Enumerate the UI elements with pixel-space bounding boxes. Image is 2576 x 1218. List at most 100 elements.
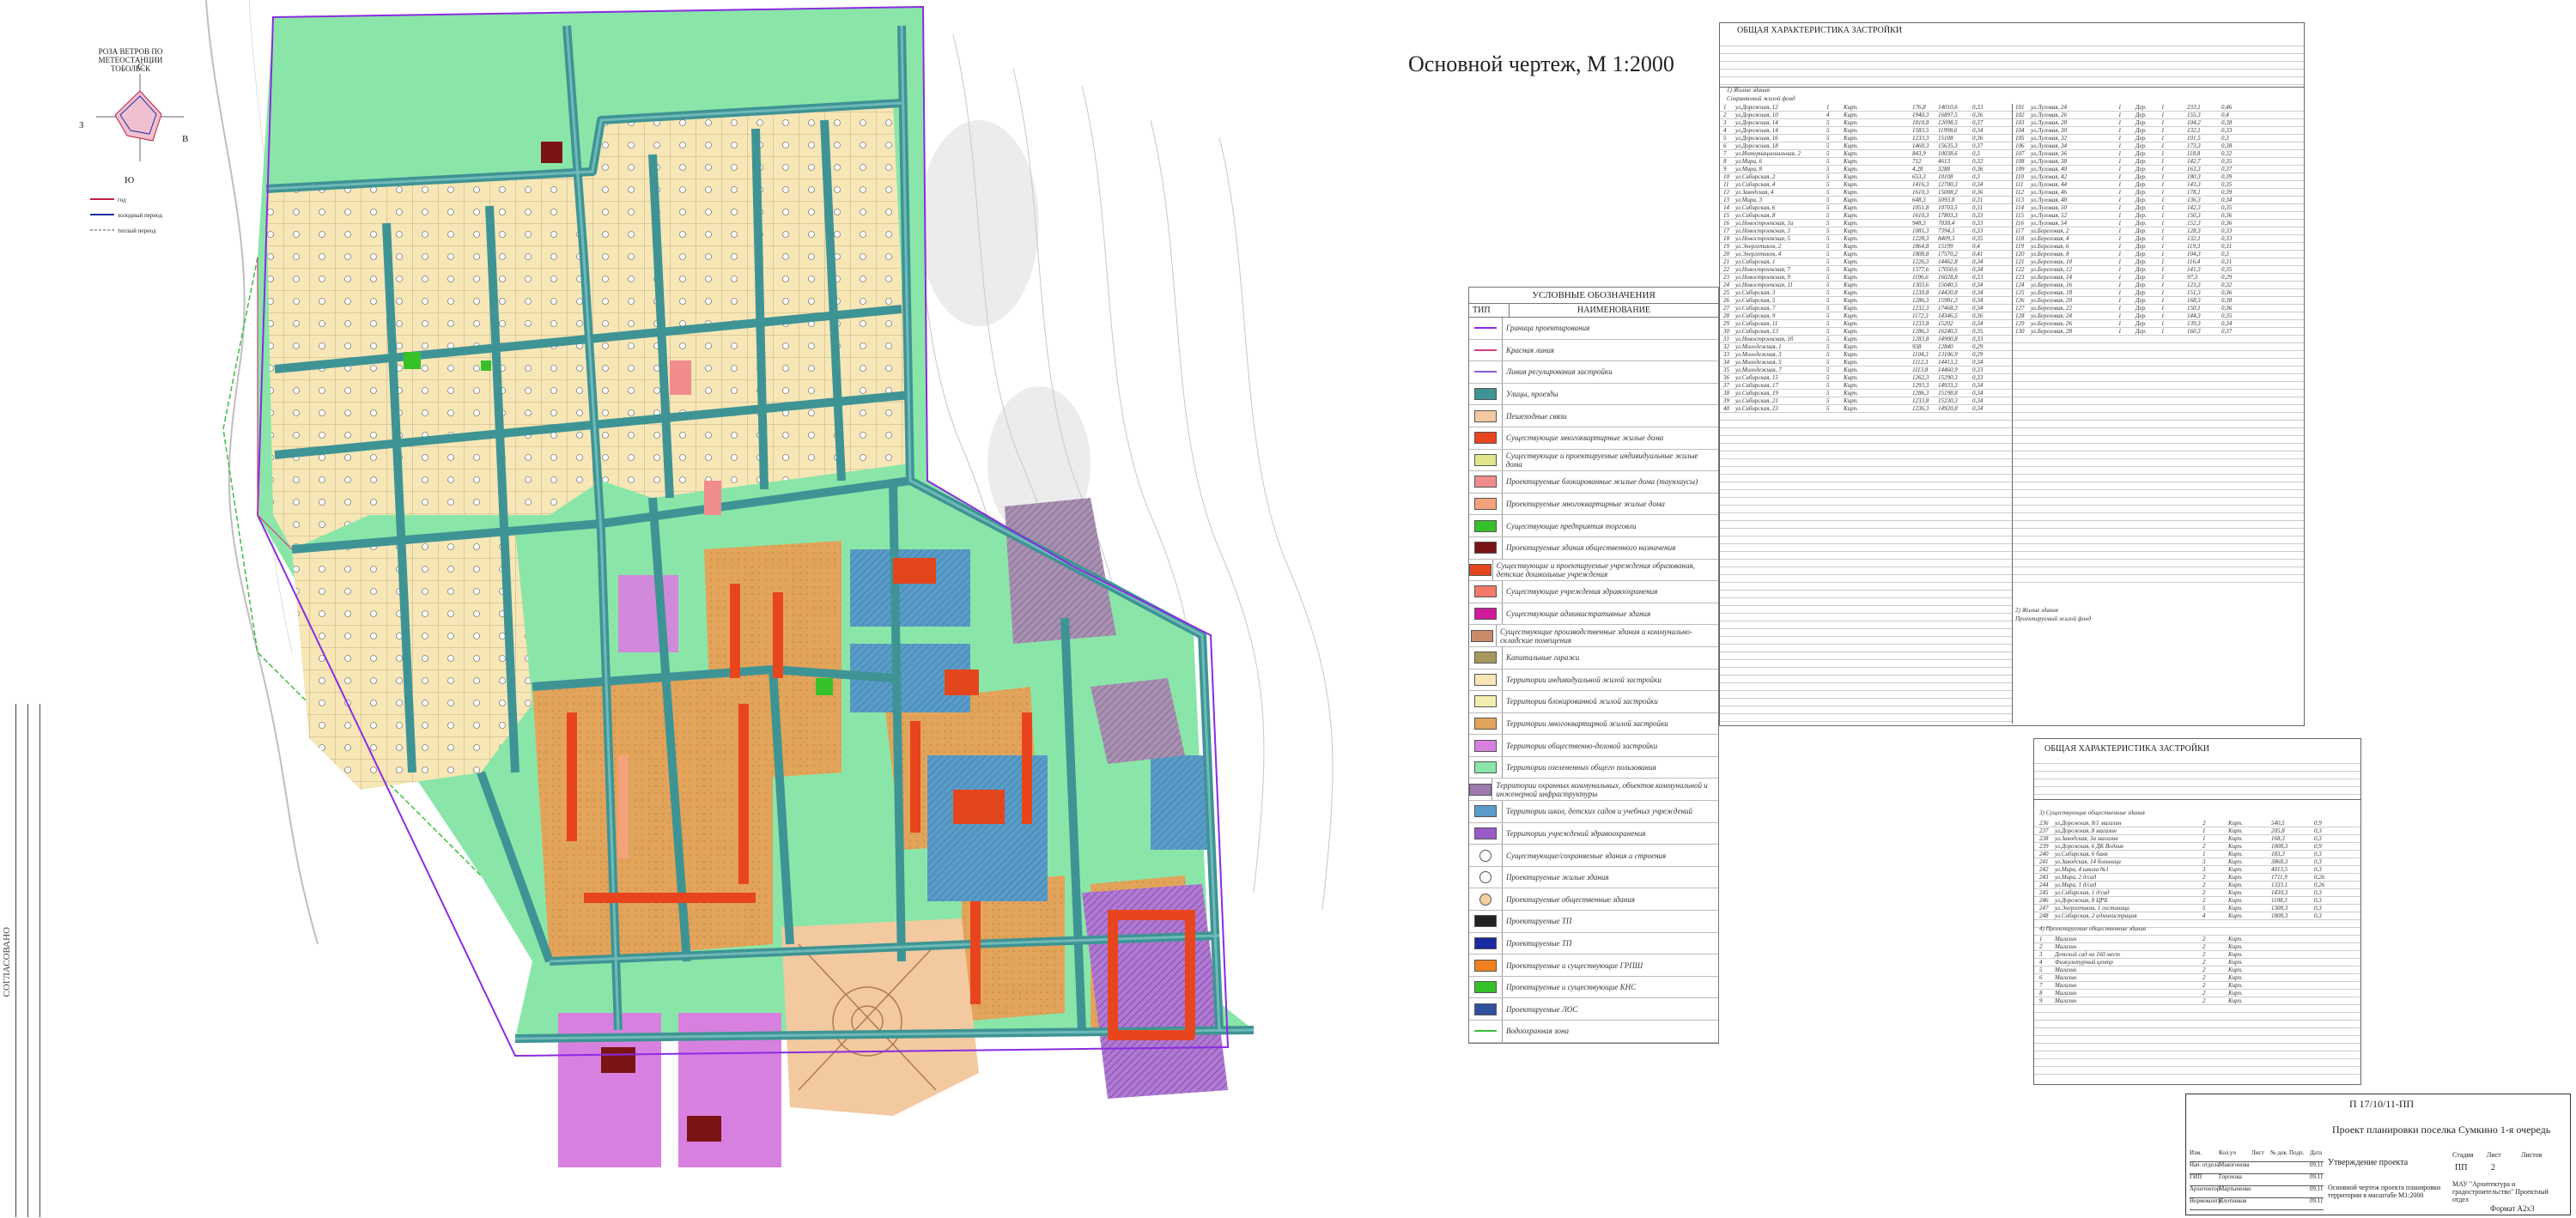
table-cell: 0,3	[2314, 827, 2322, 834]
legend-item: Территории индивидуальной жилой застройк…	[1469, 669, 1718, 692]
table-cell: 15202	[1938, 320, 1953, 327]
table-cell: 2	[2202, 997, 2206, 1004]
table-cell: 238	[2039, 835, 2049, 842]
table-cell: 14900,8	[1938, 336, 1958, 342]
staff-cell: 09.11	[2310, 1185, 2324, 1192]
legend-swatch	[1469, 888, 1503, 911]
table-cell: 5	[1826, 212, 1830, 219]
table-cell: 9	[1723, 166, 1727, 173]
table-cell: 0,3	[2314, 912, 2322, 919]
table-cell: 102	[2015, 112, 2025, 118]
table-cell: 244	[2039, 882, 2049, 888]
table-cell: 0,29	[2221, 274, 2233, 281]
table-cell: ул.Сибирская, 4	[1735, 181, 1776, 188]
table-cell: 6	[1723, 142, 1727, 149]
legend-swatch	[1469, 383, 1503, 405]
table-cell: Кирп.	[1844, 328, 1858, 335]
title-block: П 17/10/11-ПП Проект планировки поселка …	[2185, 1094, 2571, 1215]
wind-west: З	[79, 120, 84, 130]
legend-label: Существующие административные здания	[1506, 609, 1651, 619]
table-cell: 237	[2039, 827, 2049, 834]
table-cell: 1	[2118, 258, 2122, 265]
table-cell: 1	[2202, 835, 2206, 842]
legend-swatch	[1469, 691, 1503, 712]
table-cell: 0,29	[1972, 343, 1984, 350]
table-cell: 0,34	[1972, 397, 1984, 404]
table-cell: 1	[2118, 173, 2122, 180]
table-cell: 0,34	[1972, 266, 1984, 273]
table-cell: ул.Энергетиков, 2	[1735, 243, 1782, 250]
table-cell: 152,3	[2187, 220, 2201, 227]
table-cell: 1	[2161, 150, 2165, 157]
table-cell: 8	[2039, 990, 2043, 997]
table-cell: 14346,5	[1938, 312, 1958, 319]
table-cell: Дер.	[2136, 297, 2147, 304]
table-cell: 1	[2161, 212, 2165, 219]
table-cell: ул.Новостроевская, 9	[1735, 274, 1790, 281]
table-cell: ул.Береговая, 22	[2031, 305, 2073, 312]
table-cell: 0,35	[2221, 204, 2233, 211]
table-cell: 0,3	[2221, 135, 2229, 142]
table-cell: 160,3	[2187, 328, 2201, 335]
table-cell: 130	[2015, 328, 2025, 335]
table-cell: Кирп.	[1844, 173, 1858, 180]
table-cell: 0,37	[2221, 166, 2233, 173]
legend-item: Проектируемые многоквартирные жилые дома	[1469, 493, 1718, 516]
table-cell: 712	[1912, 158, 1922, 165]
legend-label: Проектируемые общественные здания	[1506, 894, 1635, 904]
table-cell: ул.Сибирская, 2 администрация	[2055, 912, 2137, 919]
table-cell: 1	[2161, 312, 2165, 319]
table-cell: 7038,4	[1938, 220, 1955, 227]
table-cell: 1940,3	[1912, 112, 1929, 118]
table-cell: ул.Энергетиков, 4	[1735, 251, 1782, 258]
table-cell: 104,3	[2187, 251, 2201, 258]
legend-swatch	[1469, 318, 1503, 339]
table-cell: 15008,2	[1938, 189, 1958, 196]
table-cell: 150,3	[2187, 212, 2201, 219]
table-cell: 14933,3	[1938, 382, 1958, 389]
table-cell: Кирп.	[2228, 851, 2243, 857]
table-cell: ул.Дорожная, 14	[1735, 119, 1778, 126]
table-cell: 33	[1723, 351, 1729, 358]
table-cell: 5	[1826, 374, 1830, 381]
table-cell: 0,34	[1972, 289, 1984, 296]
legend-label: Территории индивидуальной жилой застройк…	[1506, 675, 1662, 684]
table-cell: 0,29	[1972, 351, 1984, 358]
project-code: П 17/10/11-ПП	[2349, 1098, 2415, 1110]
table-cell: Дер.	[2136, 166, 2147, 173]
table-cell: 101	[2015, 104, 2025, 111]
table-cell: Кирп.	[1844, 397, 1858, 404]
table-cell: 1	[2161, 243, 2165, 250]
table-cell: 5	[1826, 390, 1830, 397]
table-cell: 16240,5	[1938, 328, 1958, 335]
legend-label: Проектируемые ТП	[1506, 917, 1572, 926]
table-cell: 132,1	[2187, 235, 2201, 242]
table-cell: Кирп.	[1844, 197, 1858, 203]
table-cell: 1	[2161, 112, 2165, 118]
table-cell: 648,3	[1912, 197, 1926, 203]
table-cell: Кирп.	[2228, 820, 2243, 827]
table-cell: 17	[1723, 227, 1729, 234]
table-cell: 1293,3	[1912, 382, 1929, 389]
table-cell: Кирп.	[1844, 189, 1858, 196]
table-cell: Кирп.	[1844, 258, 1858, 265]
table-cell: 0,32	[2221, 282, 2233, 288]
legend-item: Существующие производственные здания и к…	[1469, 625, 1718, 647]
table-cell: 5	[1826, 274, 1830, 281]
table-cell: 139,3	[2187, 320, 2201, 327]
table-cell: 233,1	[2187, 104, 2201, 111]
table-cell: Магазин	[2055, 967, 2077, 973]
table-cell: 20	[1723, 251, 1729, 258]
table-cell: 128,3	[2187, 227, 2201, 234]
table-cell: ул.Луговая, 54	[2031, 220, 2068, 227]
legend-label: Проектируемые и существующие КНС	[1506, 983, 1637, 992]
stage-val-1: ПП	[2455, 1163, 2468, 1173]
table-cell: Магазин	[2055, 936, 2077, 942]
table-cell: 1	[2161, 204, 2165, 211]
table-cell: 31	[1723, 336, 1729, 342]
table-cell: 1236,3	[1912, 405, 1929, 412]
staff-cell: Дата	[2310, 1149, 2322, 1156]
table-cell: 0,35	[1972, 328, 1984, 335]
table-cell: ул.Сибирская, 2	[1735, 173, 1776, 180]
table-cell: Кирп.	[1844, 390, 1858, 397]
